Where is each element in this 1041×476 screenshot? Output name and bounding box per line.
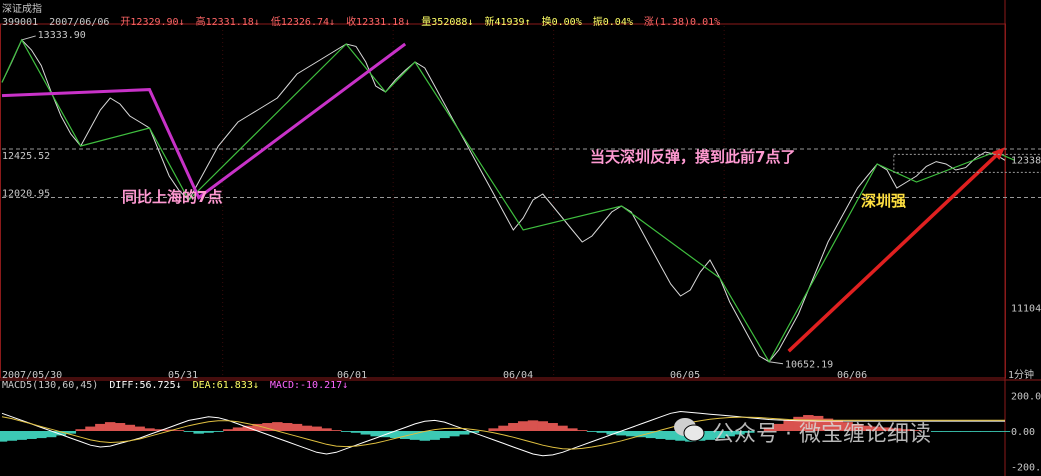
macd-bar [331,430,342,431]
macd-name: MACD5(130,60,45) [2,380,99,391]
macd-bar [950,431,962,432]
macd-bar [488,428,499,431]
wechat-icon [674,418,705,442]
extreme-label: 13333.90 [38,30,86,41]
x-tick-label: 06/04 [503,370,533,381]
quote-new: 新41939↑ [484,17,531,28]
macd-bar [193,431,204,434]
extreme-label: 10652.19 [785,360,833,371]
macd-bar [6,431,18,441]
macd-bar [576,430,588,431]
macd-bar [517,421,529,431]
macd-bar [0,431,8,442]
quote-low: 低12326.74↓ [270,17,336,28]
macd-bar [547,423,558,431]
annotation-strong: 深圳强 [861,192,906,210]
macd-bar [222,429,234,431]
macd-bar [75,429,86,431]
reference-label: 12425.52 [2,151,50,162]
macd-bar [586,431,598,432]
quote-date: 2007/06/06 [49,17,110,28]
quote-amplitude: 振0.04% [592,17,633,28]
macd-bar [498,425,509,431]
y-tick-label: 12338 [1011,155,1041,166]
macd-bar [458,431,470,435]
macd-bar [104,422,116,431]
macd-bar [26,431,37,439]
macd-bar [439,431,450,439]
macd-bar [960,431,971,432]
macd-bar [124,424,136,431]
reference-label: 12020.95 [2,188,50,199]
macd-bar [616,431,627,436]
macd-bar [360,431,372,435]
macd-bar [291,423,303,431]
annotation-right: 当天深圳反弹，摸到此前7点了 [590,148,795,166]
x-tick-label: 1分钟 [1008,368,1034,381]
annotation-left: 同比上海的7点 [122,188,222,206]
quote-change: 涨(1.38)0.01% [643,17,721,28]
macd-header: MACD5(130,60,45) DIFF:56.725↓ DEA:61.833… [2,380,353,391]
x-tick-label: 06/05 [670,370,700,381]
macd-bar [114,423,126,431]
macd-bar [311,426,322,431]
macd-bar [567,428,578,431]
macd-bar [970,431,981,432]
macd-bar [134,426,145,431]
macd-dea: DEA:61.833↓ [192,380,259,391]
macd-bar [301,425,313,431]
macd-bar [449,431,460,437]
macd-bar [989,431,1001,432]
macd-bar [508,423,519,431]
macd-bar [183,431,195,432]
macd-bar [370,431,381,437]
quote-high: 高12331.18↓ [195,17,260,28]
macd-bar [173,430,185,431]
macd-bar [999,431,1011,432]
macd-bar [429,431,440,440]
macd-bar [213,431,224,432]
macd-bar [655,431,667,439]
macd-y-label: 0.00 [1011,427,1035,438]
quote-code: 399001 [2,17,39,28]
macd-bar [980,431,991,432]
macd-bar [537,421,549,431]
chart-canvas: 12425.52 12020.95 13333.90 10652.19 12338 1… [0,0,1041,476]
macd-bar [527,420,539,431]
macd-bar [203,431,214,433]
quote-open: 开12329.90↓ [120,17,185,28]
macd-bar [340,431,352,432]
watermark: 公众号 · 微宝缠论细读 [712,422,931,447]
macd-bar [596,431,608,433]
y-tick-label: 11104 [1011,304,1041,315]
macd-y-label: 200.00 [1011,392,1041,403]
macd-bar [321,428,332,431]
macd-bar [85,426,96,431]
macd-bar [232,427,244,431]
macd-diff: DIFF:56.725↓ [109,380,182,391]
quote-close: 收12331.18↓ [346,17,411,28]
x-tick-label: 06/06 [837,370,867,381]
macd-bar [144,428,155,431]
macd-bar [626,431,637,437]
quote-volume: 量352088↓ [421,17,474,28]
macd-bar [16,431,27,440]
macd-bar [557,425,568,431]
macd-bar [36,431,47,439]
macd-bar [930,431,942,432]
macd-bar [281,423,293,431]
macd-bar [350,431,362,433]
macd-value: MACD:-10.217↓ [269,380,349,391]
macd-y-label: -200.00 [1011,462,1041,473]
macd-bar [95,423,106,431]
quote-turnover: 换0.00% [541,17,582,28]
macd-bar [940,431,952,432]
quote-bar: 399001 2007/06/06 开12329.90↓ 高12331.18↓ … [2,13,725,28]
